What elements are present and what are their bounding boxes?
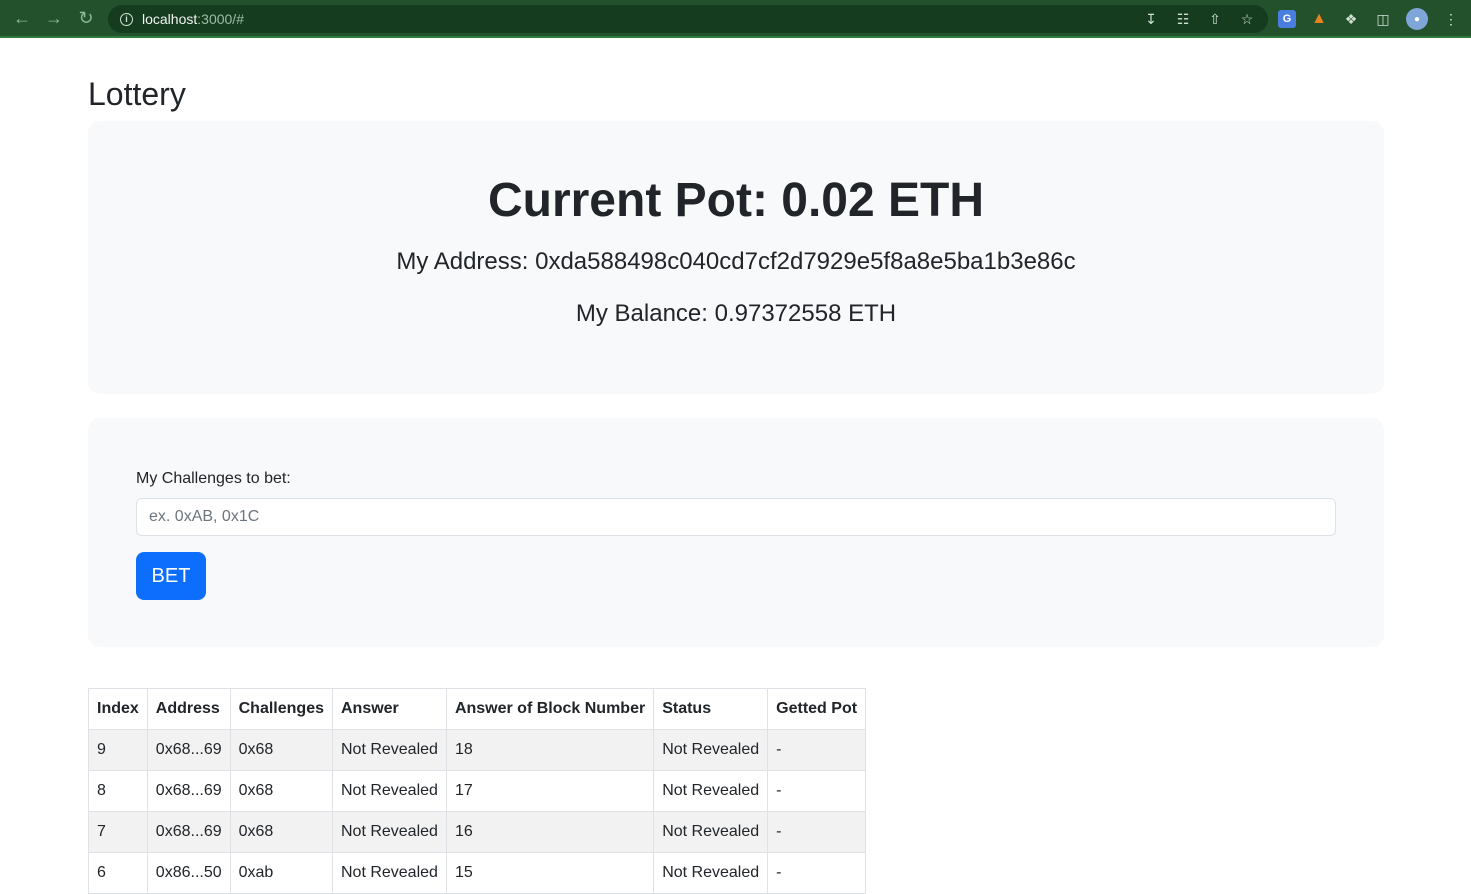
header-answer: Answer: [331, 688, 447, 730]
cell-status: Not Revealed: [653, 770, 769, 812]
url-path: :3000/#: [197, 11, 244, 27]
cell-getted-pot: -: [767, 852, 867, 894]
browser-toolbar: ← → ↻ i localhost:3000/# ↧ ☷ ⇧ ☆ G ▲ ❖ ◫…: [0, 0, 1471, 38]
header-answer-block-number: Answer of Block Number: [445, 688, 655, 730]
cell-index: 8: [88, 770, 148, 812]
google-translate-extension-icon[interactable]: G: [1278, 10, 1296, 28]
cell-getted-pot: -: [767, 811, 867, 853]
bets-table-wrapper: Index Address Challenges Answer Answer o…: [88, 688, 867, 894]
header-status: Status: [653, 688, 769, 730]
share-icon[interactable]: ⇧: [1206, 10, 1224, 28]
cell-address: 0x68...69: [146, 729, 231, 771]
cell-answer: Not Revealed: [331, 811, 447, 853]
omnibox-actions: ↧ ☷ ⇧ ☆: [1142, 5, 1256, 33]
bookmark-star-icon[interactable]: ☆: [1238, 10, 1256, 28]
side-panel-icon[interactable]: ◫: [1374, 10, 1392, 28]
translate-icon[interactable]: ☷: [1174, 10, 1192, 28]
cell-address: 0x86...50: [146, 852, 231, 894]
header-challenges: Challenges: [229, 688, 333, 730]
metamask-fox-icon[interactable]: ▲: [1310, 10, 1328, 28]
cell-answer-block-number: 18: [445, 729, 655, 771]
page-title: Lottery: [88, 76, 186, 112]
table-header-row: Index Address Challenges Answer Answer o…: [88, 688, 867, 730]
header-index: Index: [88, 688, 148, 730]
cell-getted-pot: -: [767, 729, 867, 771]
my-balance-text: My Balance: 0.97372558 ETH: [575, 300, 897, 327]
cell-challenges: 0x68: [229, 811, 333, 853]
cell-status: Not Revealed: [653, 729, 769, 771]
challenges-input[interactable]: [136, 498, 1336, 536]
table-row: 7 0x68...69 0x68 Not Revealed 16 Not Rev…: [88, 811, 867, 853]
table-row: 6 0x86...50 0xab Not Revealed 15 Not Rev…: [88, 852, 867, 894]
bet-form-card: My Challenges to bet: BET: [88, 418, 1384, 647]
cell-answer-block-number: 17: [445, 770, 655, 812]
table-row: 9 0x68...69 0x68 Not Revealed 18 Not Rev…: [88, 729, 867, 771]
cell-answer: Not Revealed: [331, 770, 447, 812]
url-host: localhost: [142, 11, 198, 27]
cell-address: 0x68...69: [146, 770, 231, 812]
cell-answer-block-number: 15: [445, 852, 655, 894]
cell-answer: Not Revealed: [331, 729, 447, 771]
cell-challenges: 0xab: [229, 852, 333, 894]
site-info-icon[interactable]: i: [120, 12, 133, 26]
current-pot-heading: Current Pot: 0.02 ETH: [487, 174, 985, 227]
cell-challenges: 0x68: [229, 770, 333, 812]
address-bar[interactable]: i localhost:3000/# ↧ ☷ ⇧ ☆: [108, 5, 1268, 33]
cell-getted-pot: -: [767, 770, 867, 812]
extensions-area: G ▲ ❖ ◫ ● ⋮: [1278, 5, 1460, 33]
cell-answer-block-number: 16: [445, 811, 655, 853]
reload-icon[interactable]: ↻: [70, 2, 102, 34]
cell-status: Not Revealed: [653, 852, 769, 894]
header-address: Address: [146, 688, 231, 730]
challenges-label: My Challenges to bet:: [136, 470, 291, 487]
table-row: 8 0x68...69 0x68 Not Revealed 17 Not Rev…: [88, 770, 867, 812]
my-address-text: My Address: 0xda588498c040cd7cf2d7929e5f…: [396, 248, 1076, 275]
cell-challenges: 0x68: [229, 729, 333, 771]
back-icon[interactable]: ←: [6, 2, 38, 34]
cell-address: 0x68...69: [146, 811, 231, 853]
install-app-icon[interactable]: ↧: [1142, 10, 1160, 28]
profile-avatar-icon[interactable]: ●: [1406, 8, 1428, 30]
cell-answer: Not Revealed: [331, 852, 447, 894]
browser-nav: ← → ↻: [6, 2, 102, 34]
bets-table: Index Address Challenges Answer Answer o…: [88, 688, 867, 894]
more-menu-icon[interactable]: ⋮: [1442, 10, 1460, 28]
header-getted-pot: Getted Pot: [767, 688, 867, 730]
cell-index: 6: [88, 852, 148, 894]
cell-index: 9: [88, 729, 148, 771]
pot-card: Current Pot: 0.02 ETH My Address: 0xda58…: [88, 121, 1384, 394]
cell-index: 7: [88, 811, 148, 853]
puzzle-extensions-icon[interactable]: ❖: [1342, 10, 1360, 28]
cell-status: Not Revealed: [653, 811, 769, 853]
bet-button[interactable]: BET: [136, 552, 206, 600]
forward-icon[interactable]: →: [38, 2, 70, 34]
